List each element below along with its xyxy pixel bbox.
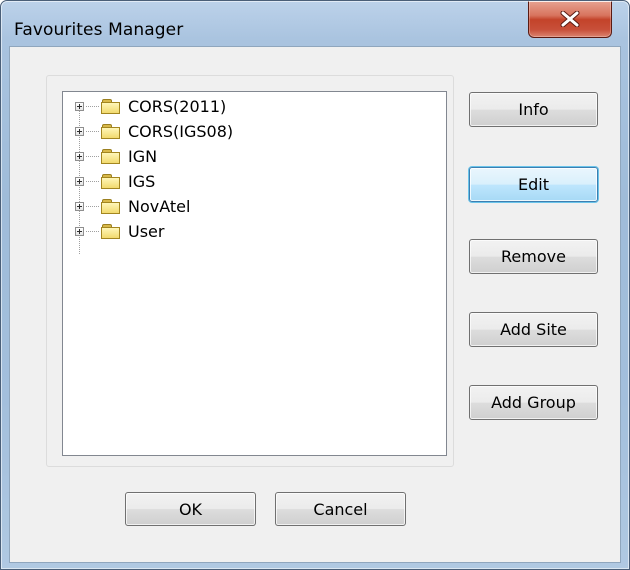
- folder-icon: [101, 98, 121, 114]
- tree-item[interactable]: CORS(IGS08): [75, 120, 233, 142]
- add-group-button[interactable]: Add Group: [469, 385, 598, 420]
- tree-item[interactable]: IGN: [75, 145, 157, 167]
- add-site-button[interactable]: Add Site: [469, 312, 598, 347]
- close-icon: [560, 11, 580, 27]
- folder-icon: [101, 198, 121, 214]
- folder-icon: [101, 223, 121, 239]
- dialog-client-area: CORS(2011) CORS(IGS08) IGN IGS NovAtel U…: [9, 46, 621, 563]
- tree-item-label: IGS: [128, 171, 156, 191]
- info-button[interactable]: Info: [469, 92, 598, 127]
- plus-expander-icon[interactable]: [75, 201, 84, 211]
- remove-button[interactable]: Remove: [469, 239, 598, 274]
- edit-button[interactable]: Edit: [469, 167, 598, 202]
- tree-item[interactable]: NovAtel: [75, 195, 190, 217]
- folder-icon: [101, 173, 121, 189]
- plus-expander-icon[interactable]: [75, 176, 84, 186]
- tree-item-label: CORS(2011): [128, 96, 227, 116]
- close-button[interactable]: [528, 1, 612, 38]
- ok-button[interactable]: OK: [125, 492, 256, 526]
- plus-expander-icon[interactable]: [75, 126, 84, 136]
- folder-icon: [101, 123, 121, 139]
- favourites-tree[interactable]: CORS(2011) CORS(IGS08) IGN IGS NovAtel U…: [62, 91, 447, 456]
- plus-expander-icon[interactable]: [75, 151, 84, 161]
- tree-item[interactable]: User: [75, 220, 164, 242]
- tree-item[interactable]: CORS(2011): [75, 95, 226, 117]
- plus-expander-icon[interactable]: [75, 226, 84, 236]
- tree-item[interactable]: IGS: [75, 170, 155, 192]
- tree-item-label: User: [128, 221, 165, 241]
- cancel-button[interactable]: Cancel: [275, 492, 406, 526]
- tree-item-label: IGN: [128, 146, 158, 166]
- tree-item-label: CORS(IGS08): [128, 121, 234, 141]
- tree-item-label: NovAtel: [128, 196, 191, 216]
- folder-icon: [101, 148, 121, 164]
- window-title: Favourites Manager: [14, 20, 184, 40]
- dialog-window: Favourites Manager CORS(2011) CORS(IGS08…: [0, 0, 630, 570]
- plus-expander-icon[interactable]: [75, 101, 84, 111]
